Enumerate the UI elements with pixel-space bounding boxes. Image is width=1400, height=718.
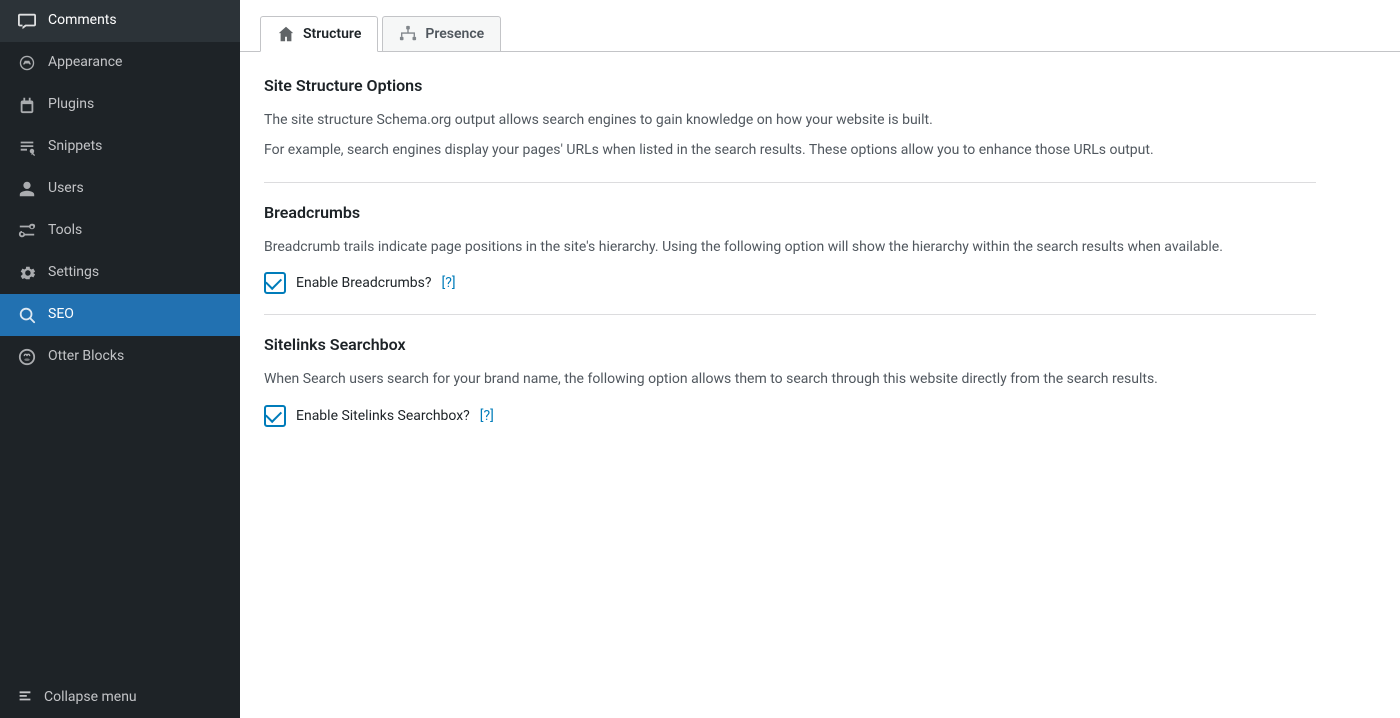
seo-icon (16, 304, 38, 326)
collapse-menu-button[interactable]: Collapse menu (0, 676, 240, 718)
breadcrumbs-checkbox-row: Enable Breadcrumbs? [?] (264, 272, 1316, 294)
tab-structure-label: Structure (303, 26, 361, 42)
sidebar-item-otter-label: Otter Blocks (48, 347, 124, 367)
sidebar-item-appearance[interactable]: Appearance (0, 42, 240, 84)
sidebar-item-snippets[interactable]: Snippets (0, 126, 240, 168)
sidebar-item-comments[interactable]: Comments (0, 0, 240, 42)
sidebar-item-comments-label: Comments (48, 11, 117, 31)
sidebar-item-plugins-label: Plugins (48, 95, 94, 115)
structure-desc-2: For example, search engines display your… (264, 139, 1316, 161)
sidebar-item-tools[interactable]: Tools (0, 210, 240, 252)
breadcrumbs-checkbox[interactable] (264, 272, 286, 294)
sidebar: Comments Appearance Plugins Snippets Use… (0, 0, 240, 718)
sidebar-item-users[interactable]: Users (0, 168, 240, 210)
breadcrumbs-desc: Breadcrumb trails indicate page position… (264, 236, 1316, 258)
sidebar-item-plugins[interactable]: Plugins (0, 84, 240, 126)
divider-1 (264, 182, 1316, 183)
sidebar-item-tools-label: Tools (48, 221, 82, 241)
divider-2 (264, 314, 1316, 315)
structure-desc-1: The site structure Schema.org output all… (264, 109, 1316, 131)
sidebar-item-users-label: Users (48, 179, 84, 199)
breadcrumbs-title: Breadcrumbs (264, 203, 1316, 222)
sidebar-item-seo[interactable]: SEO (0, 294, 240, 336)
breadcrumbs-checkbox-label: Enable Breadcrumbs? (296, 275, 432, 291)
collapse-label: Collapse menu (44, 689, 137, 705)
sidebar-item-settings[interactable]: Settings (0, 252, 240, 294)
sidebar-item-seo-label: SEO (48, 305, 74, 325)
snippets-icon (16, 136, 38, 158)
section-content: Site Structure Options The site structur… (240, 52, 1340, 451)
collapse-icon (16, 686, 34, 708)
tabs-bar: Structure Presence (240, 0, 1400, 52)
content-wrap: Structure Presence Site Structure Option… (240, 0, 1400, 718)
plugins-icon (16, 94, 38, 116)
structure-options-title: Site Structure Options (264, 76, 1316, 95)
otter-icon (16, 346, 38, 368)
presence-tab-icon (399, 25, 417, 43)
tools-icon (16, 220, 38, 242)
sitelinks-title: Sitelinks Searchbox (264, 335, 1316, 354)
sidebar-item-otter-blocks[interactable]: Otter Blocks (0, 336, 240, 378)
sidebar-item-appearance-label: Appearance (48, 53, 122, 73)
comments-icon (16, 10, 38, 32)
sitelinks-checkbox-label: Enable Sitelinks Searchbox? (296, 408, 470, 424)
tab-structure[interactable]: Structure (260, 16, 378, 52)
main-content: Structure Presence Site Structure Option… (240, 0, 1400, 718)
sidebar-item-snippets-label: Snippets (48, 137, 102, 157)
breadcrumbs-help-link[interactable]: [?] (442, 275, 456, 291)
settings-icon (16, 262, 38, 284)
sitelinks-checkbox[interactable] (264, 405, 286, 427)
sitelinks-desc: When Search users search for your brand … (264, 368, 1316, 390)
sidebar-item-settings-label: Settings (48, 263, 99, 283)
users-icon (16, 178, 38, 200)
tab-presence[interactable]: Presence (382, 16, 501, 51)
structure-tab-icon (277, 25, 295, 43)
sitelinks-checkbox-row: Enable Sitelinks Searchbox? [?] (264, 405, 1316, 427)
appearance-icon (16, 52, 38, 74)
sitelinks-help-link[interactable]: [?] (480, 408, 494, 424)
tab-presence-label: Presence (425, 26, 484, 42)
